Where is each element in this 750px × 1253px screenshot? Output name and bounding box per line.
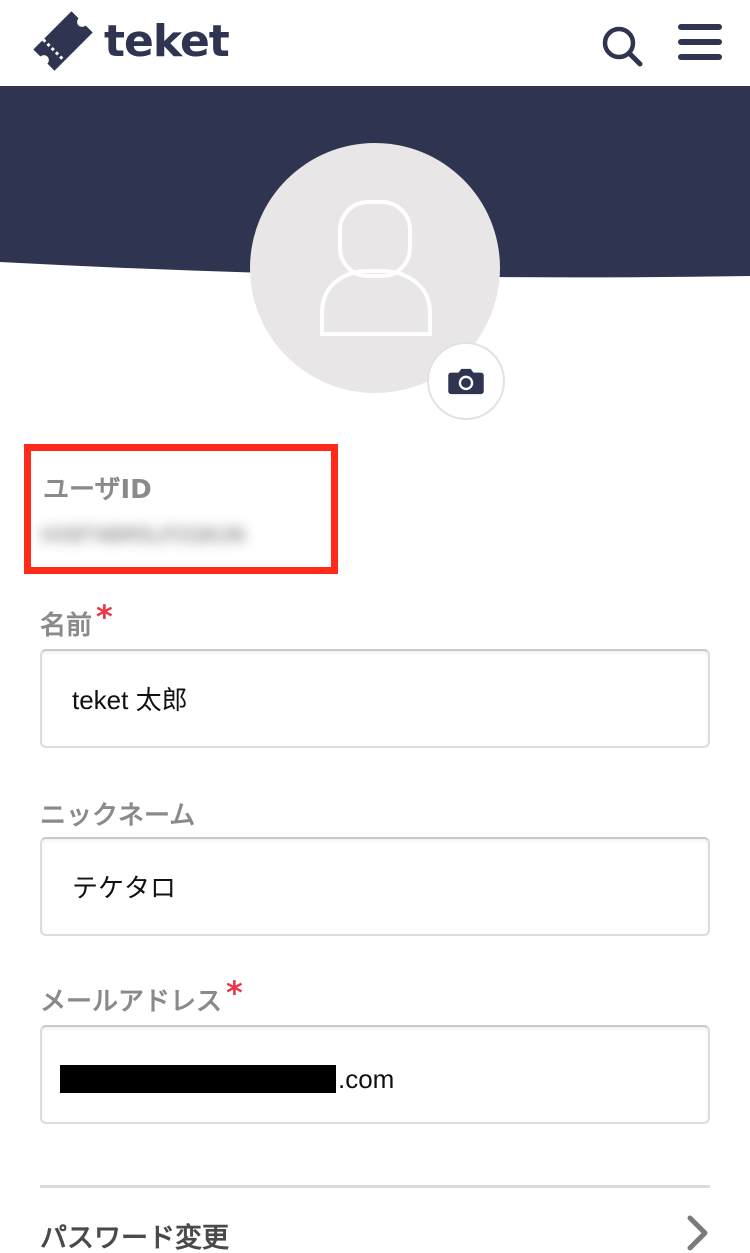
profile-edit-page: teket ユーザID HX8T4BM5LP2QKUN 名前 * teket 太… [0, 0, 750, 1253]
password-change-label: パスワード変更 [40, 1223, 229, 1253]
email-label-text: メールアドレス [40, 987, 223, 1017]
search-icon[interactable] [598, 22, 646, 70]
brand-name: teket [104, 15, 230, 67]
app-header: teket [0, 0, 750, 86]
user-id-label: ユーザID [43, 475, 152, 505]
password-change-row[interactable]: パスワード変更 [40, 1200, 710, 1253]
user-id-section: ユーザID HX8T4BM5LP2QKUN [24, 444, 338, 574]
user-id-value: HX8T4BM5LP2QKUN [41, 523, 245, 547]
change-photo-button[interactable] [427, 342, 505, 420]
section-divider [40, 1185, 710, 1188]
nickname-label: ニックネーム [40, 801, 196, 831]
brand-logo[interactable]: teket [30, 8, 230, 74]
redacted-email [60, 1065, 336, 1093]
required-mark: * [226, 974, 243, 1012]
chevron-right-icon [687, 1215, 708, 1251]
ticket-icon [33, 11, 93, 71]
email-field[interactable]: .com [40, 1025, 710, 1124]
camera-icon [448, 368, 484, 395]
hamburger-menu-icon[interactable] [676, 22, 724, 62]
nickname-field[interactable]: テケタロ [40, 837, 710, 936]
email-label: メールアドレス * [40, 974, 243, 1018]
name-field-value: teket 太郎 [72, 685, 188, 715]
email-domain-suffix: .com [338, 1064, 395, 1094]
required-mark: * [96, 598, 113, 636]
nickname-field-value: テケタロ [72, 873, 177, 903]
name-field[interactable]: teket 太郎 [40, 649, 710, 748]
name-label-text: 名前 [40, 611, 93, 641]
name-label: 名前 * [40, 598, 113, 642]
